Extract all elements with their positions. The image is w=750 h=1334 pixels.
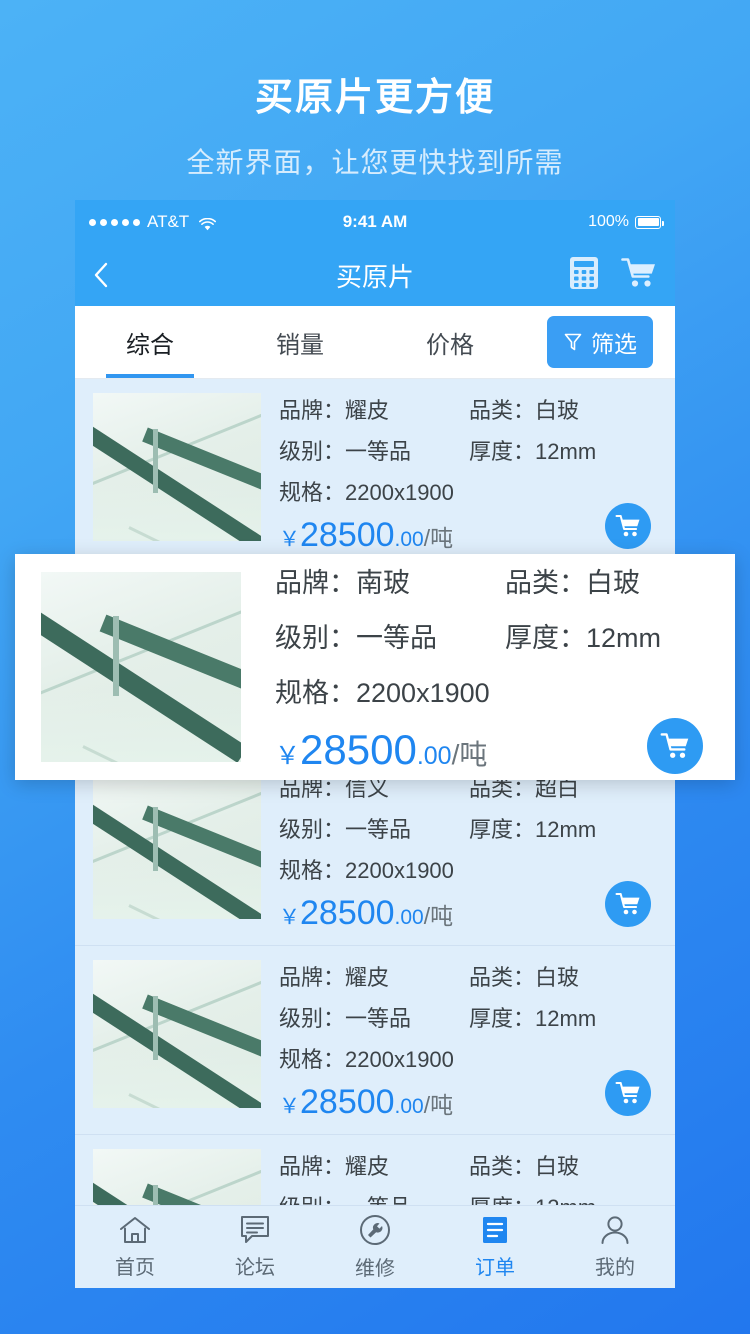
cart-icon xyxy=(621,257,655,287)
table-row[interactable]: 品牌：耀皮 品类：白玻 级别：一等品 厚度：12mm 规格：2200x1900 … xyxy=(75,379,675,568)
carrier-label: AT&T xyxy=(147,212,190,231)
product-brand: 品牌：南玻 xyxy=(275,567,410,598)
bottom-nav-label: 首页 xyxy=(115,1256,155,1279)
product-thickness: 厚度：12mm xyxy=(469,439,597,464)
bottom-nav-item-home[interactable]: 首页 xyxy=(75,1215,195,1280)
product-info: 品牌：南玻 品类：白玻 级别：一等品 厚度：12mm 规格：2200x1900 … xyxy=(241,561,709,774)
product-price: ￥28500.00/吨 xyxy=(275,725,488,773)
cart-icon xyxy=(615,515,640,537)
chevron-left-icon xyxy=(94,262,108,288)
product-spec: 规格：2200x1900 xyxy=(279,858,454,883)
status-bar-left: AT&T xyxy=(89,212,343,232)
product-category: 品类：白玻 xyxy=(469,398,580,423)
bottom-nav-label: 我的 xyxy=(595,1256,635,1279)
nav-bar: 买原片 xyxy=(75,244,675,306)
product-brand: 品牌：耀皮 xyxy=(279,965,390,990)
order-icon xyxy=(483,1216,507,1243)
product-category: 品类：白玻 xyxy=(469,1154,580,1179)
tab-sales[interactable]: 销量 xyxy=(225,306,375,378)
promo-subtitle: 全新界面，让您更快找到所需 xyxy=(186,147,564,178)
product-image xyxy=(41,572,241,762)
bottom-nav-label: 订单 xyxy=(475,1256,515,1279)
product-price: ￥28500.00/吨 xyxy=(279,1083,454,1121)
product-category: 品类：白玻 xyxy=(469,965,580,990)
product-grade: 级别：一等品 xyxy=(279,439,412,464)
highlighted-product-card[interactable]: 品牌：南玻 品类：白玻 级别：一等品 厚度：12mm 规格：2200x1900 … xyxy=(15,554,735,780)
add-to-cart-button[interactable] xyxy=(647,717,703,774)
product-thickness: 厚度：12mm xyxy=(469,817,597,842)
tab-price-label: 价格 xyxy=(426,331,474,359)
home-icon xyxy=(120,1216,150,1243)
tab-price[interactable]: 价格 xyxy=(375,306,525,378)
calculator-button[interactable] xyxy=(569,256,599,295)
product-image xyxy=(93,771,261,919)
product-thickness: 厚度：12mm xyxy=(469,1006,597,1031)
status-bar-time: 9:41 AM xyxy=(342,212,408,231)
bottom-nav-item-repair[interactable]: 维修 xyxy=(315,1214,435,1281)
table-row[interactable]: 品牌：耀皮 品类：白玻 级别：一等品 厚度：12mm 规格：2200x1900 … xyxy=(75,946,675,1135)
product-info: 品牌：耀皮 品类：白玻 级别：一等品 厚度：12mm 规格：2200x1900 … xyxy=(261,960,659,1122)
product-image xyxy=(93,960,261,1108)
status-bar-right: 100% xyxy=(407,213,664,231)
add-to-cart-button[interactable] xyxy=(605,881,651,927)
wifi-icon xyxy=(199,216,217,230)
product-image xyxy=(93,393,261,541)
tab-comprehensive-label: 综合 xyxy=(126,331,174,359)
wrench-icon xyxy=(360,1214,390,1245)
product-spec: 规格：2200x1900 xyxy=(279,1047,454,1072)
bottom-nav-bar: 首页 论坛 维修 订单 我的 xyxy=(75,1205,675,1288)
cart-icon xyxy=(615,1082,640,1104)
cart-button[interactable] xyxy=(621,257,657,294)
table-row[interactable]: 品牌：信义 品类：超白 级别：一等品 厚度：12mm 规格：2200x1900 … xyxy=(75,757,675,946)
product-grade: 级别：一等品 xyxy=(279,1006,412,1031)
promo-title: 买原片更方便 xyxy=(254,77,495,119)
nav-actions xyxy=(569,256,657,295)
product-brand: 品牌：耀皮 xyxy=(279,1154,390,1179)
bottom-nav-label: 论坛 xyxy=(235,1256,275,1279)
promo-screenshot: 买原片更方便 全新界面，让您更快找到所需 AT&T 9:41 AM 100% 买… xyxy=(0,0,750,1334)
battery-icon xyxy=(635,215,664,229)
bottom-nav-item-forum[interactable]: 论坛 xyxy=(195,1215,315,1280)
battery-percent-label: 100% xyxy=(588,213,629,230)
bottom-nav-label: 维修 xyxy=(355,1257,395,1280)
product-category: 品类：白玻 xyxy=(505,567,640,598)
product-list: 品牌：耀皮 品类：白玻 级别：一等品 厚度：12mm 规格：2200x1900 … xyxy=(75,379,675,1288)
filter-button[interactable]: 筛选 xyxy=(547,316,653,368)
back-button[interactable] xyxy=(93,261,133,289)
product-info: 品牌：耀皮 品类：白玻 级别：一等品 厚度：12mm 规格：2200x1900 … xyxy=(261,393,659,555)
product-spec: 规格：2200x1900 xyxy=(275,677,490,708)
signal-strength-icon xyxy=(89,218,140,226)
calculator-icon xyxy=(570,256,598,289)
add-to-cart-button[interactable] xyxy=(605,503,651,549)
product-thickness: 厚度：12mm xyxy=(505,622,662,653)
cart-icon xyxy=(660,732,689,758)
tab-sales-label: 销量 xyxy=(276,331,324,359)
person-icon xyxy=(601,1215,629,1244)
product-grade: 级别：一等品 xyxy=(275,622,437,653)
add-to-cart-button[interactable] xyxy=(605,1070,651,1116)
funnel-icon xyxy=(564,333,582,351)
product-spec: 规格：2200x1900 xyxy=(279,480,454,505)
cart-icon xyxy=(615,893,640,915)
filter-button-label: 筛选 xyxy=(591,331,637,357)
product-info: 品牌：信义 品类：超白 级别：一等品 厚度：12mm 规格：2200x1900 … xyxy=(261,771,659,933)
status-bar: AT&T 9:41 AM 100% xyxy=(75,200,675,244)
product-brand: 品牌：耀皮 xyxy=(279,398,390,423)
filter-area: 筛选 xyxy=(525,316,675,368)
forum-icon xyxy=(241,1215,269,1243)
sort-tab-bar: 综合 销量 价格 筛选 xyxy=(75,306,675,379)
product-price: ￥28500.00/吨 xyxy=(279,894,454,932)
tab-comprehensive[interactable]: 综合 xyxy=(75,306,225,378)
promo-header: 买原片更方便 全新界面，让您更快找到所需 xyxy=(0,0,750,181)
bottom-nav-item-profile[interactable]: 我的 xyxy=(555,1215,675,1280)
product-grade: 级别：一等品 xyxy=(279,817,412,842)
bottom-nav-item-orders[interactable]: 订单 xyxy=(435,1215,555,1280)
product-price: ￥28500.00/吨 xyxy=(279,516,454,554)
